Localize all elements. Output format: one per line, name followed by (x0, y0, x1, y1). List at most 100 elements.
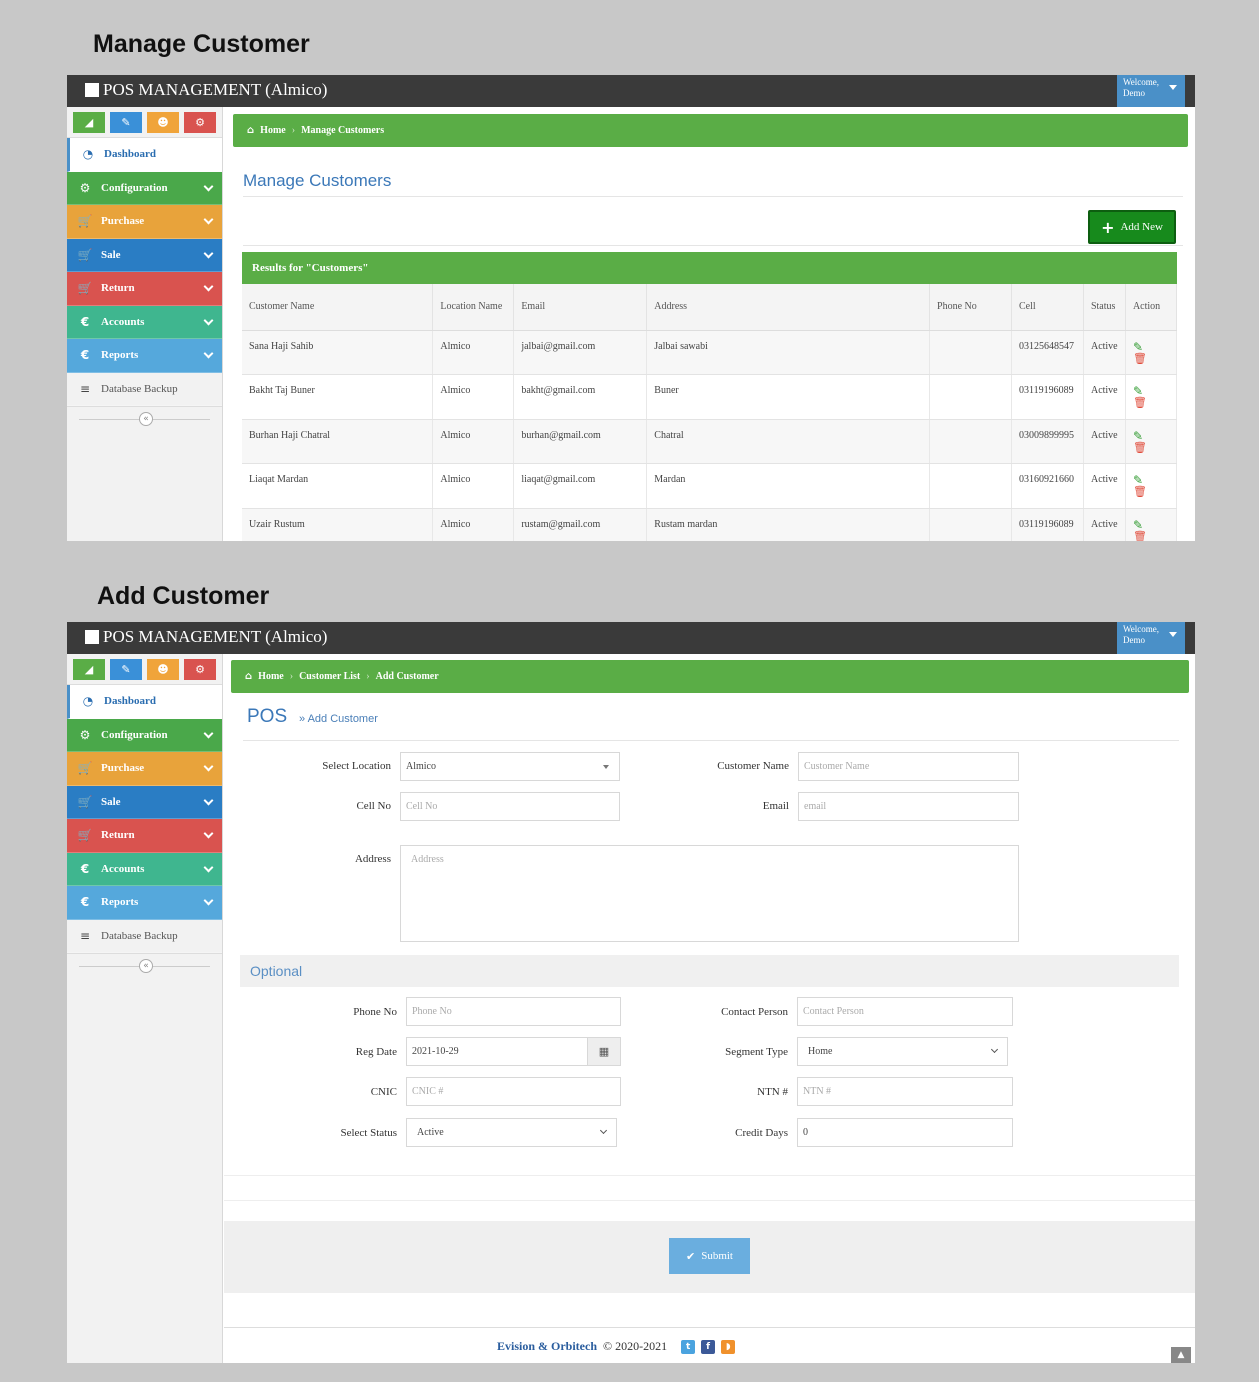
ntn-input[interactable]: NTN # (797, 1077, 1013, 1106)
euro-icon: € (80, 348, 90, 363)
brand[interactable]: POS MANAGEMENT (Almico) (85, 627, 327, 647)
database-icon: ≡ (79, 928, 91, 943)
brand[interactable]: POS MANAGEMENT (Almico) (85, 80, 327, 100)
calendar-icon[interactable]: ▦ (587, 1038, 620, 1065)
reg-date-input[interactable]: 2021-10-29 ▦ (406, 1037, 621, 1066)
signal-icon[interactable]: ◢ (73, 112, 105, 133)
pencil-icon[interactable]: ✎ (110, 659, 142, 680)
delete-icon[interactable]: 🗑 (1133, 397, 1169, 409)
customer-name-input[interactable]: Customer Name (798, 752, 1019, 781)
sidebar-item-database-backup[interactable]: ≡ Database Backup (67, 372, 222, 406)
sidebar-item-purchase[interactable]: 🛒 Purchase (67, 205, 222, 239)
cogs-icon[interactable]: ⚙ (184, 659, 216, 680)
rss-icon[interactable]: ◗ (721, 1339, 736, 1354)
sidebar-item-reports[interactable]: € Reports (67, 886, 222, 920)
edit-icon[interactable]: ✎ (1133, 430, 1169, 442)
collapse-sidebar-icon[interactable]: « (139, 959, 153, 973)
breadcrumb-current: Manage Customers (301, 125, 385, 136)
database-icon: ≡ (79, 381, 91, 396)
breadcrumb-home[interactable]: Home (258, 671, 284, 682)
sidebar-item-label: Configuration (101, 728, 168, 741)
cart-icon: 🛒 (77, 794, 93, 809)
signal-icon[interactable]: ◢ (73, 659, 105, 680)
sidebar-item-accounts[interactable]: € Accounts (67, 852, 222, 886)
cell-customer-name: Bakht Taj Buner (242, 374, 434, 420)
phone-no-label: Phone No (353, 1006, 397, 1018)
column-header[interactable]: Customer Name (242, 284, 434, 331)
delete-icon[interactable]: 🗑 (1133, 486, 1169, 498)
collapse-sidebar-icon[interactable]: « (139, 412, 153, 426)
column-header[interactable]: Cell (1011, 284, 1084, 331)
column-header[interactable]: Email (513, 284, 648, 331)
cell-address: Mardan (646, 463, 931, 509)
cnic-input[interactable]: CNIC # (406, 1077, 621, 1106)
sidebar-item-sale[interactable]: 🛒 Sale (67, 785, 222, 819)
brand-logo-icon (85, 83, 99, 97)
phone-no-input[interactable]: Phone No (406, 997, 621, 1026)
cell-location: Almico (432, 508, 515, 541)
column-header[interactable]: Phone No (929, 284, 1012, 331)
cell-cell: 03119196089 (1011, 508, 1084, 541)
caret-down-icon (1169, 85, 1177, 90)
dashboard-icon: ◔ (82, 147, 94, 162)
twitter-icon[interactable]: t (681, 1339, 696, 1354)
scroll-to-top-button[interactable]: ▲ (1171, 1347, 1191, 1363)
cart-icon: 🛒 (77, 247, 93, 262)
sidebar-item-reports[interactable]: € Reports (67, 339, 222, 373)
sidebar-item-return[interactable]: 🛒 Return (67, 819, 222, 853)
column-header[interactable]: Location Name (432, 284, 515, 331)
edit-icon[interactable]: ✎ (1133, 519, 1169, 531)
cell-status: Active (1083, 508, 1126, 541)
cell-actions: ✎ 🗑 (1125, 419, 1178, 464)
column-header[interactable]: Address (646, 284, 931, 331)
cell-email: jalbai@gmail.com (513, 330, 648, 375)
credit-days-input[interactable]: 0 (797, 1118, 1013, 1147)
facebook-icon[interactable]: f (701, 1339, 716, 1354)
sidebar-item-dashboard[interactable]: ◔ Dashboard (67, 138, 222, 172)
pencil-icon[interactable]: ✎ (110, 112, 142, 133)
brand-label: POS MANAGEMENT (Almico) (103, 80, 328, 99)
cogs-icon[interactable]: ⚙ (184, 112, 216, 133)
column-header[interactable]: Status (1083, 284, 1126, 331)
cart-icon: 🛒 (77, 761, 93, 776)
cell-customer-name: Uzair Rustum (242, 508, 434, 541)
sidebar-item-sale[interactable]: 🛒 Sale (67, 238, 222, 272)
breadcrumb-home[interactable]: Home (260, 125, 286, 136)
edit-icon[interactable]: ✎ (1133, 341, 1169, 353)
cell-address: Jalbai sawabi (646, 330, 931, 375)
sidebar-item-configuration[interactable]: ⚙ Configuration (67, 718, 222, 752)
footer-company[interactable]: Evision & Orbitech (497, 1339, 597, 1354)
dashboard-icon: ◔ (82, 694, 94, 709)
select-location-dropdown[interactable]: Almico (400, 752, 620, 781)
sidebar-item-accounts[interactable]: € Accounts (67, 305, 222, 339)
sidebar-item-configuration[interactable]: ⚙ Configuration (67, 171, 222, 205)
delete-icon[interactable]: 🗑 (1133, 352, 1169, 365)
cell-email: rustam@gmail.com (513, 508, 648, 541)
credit-days-label: Credit Days (735, 1127, 788, 1139)
delete-icon[interactable]: 🗑 (1133, 441, 1169, 454)
address-textarea[interactable]: Address (400, 845, 1019, 942)
users-icon[interactable]: ☻ (147, 659, 179, 680)
users-icon[interactable]: ☻ (147, 112, 179, 133)
user-menu[interactable]: Welcome, Demo (1117, 75, 1185, 107)
delete-icon[interactable]: 🗑 (1133, 530, 1169, 541)
cell-address: Rustam mardan (646, 508, 931, 541)
sidebar-item-purchase[interactable]: 🛒 Purchase (67, 752, 222, 786)
chevron-down-icon (203, 828, 214, 839)
segment-type-select[interactable]: Home (797, 1037, 1008, 1066)
breadcrumb-customer-list[interactable]: Customer List (299, 671, 360, 682)
contact-person-input[interactable]: Contact Person (797, 997, 1013, 1026)
add-customer-window: POS MANAGEMENT (Almico) Welcome, Demo ◢ ✎… (67, 622, 1195, 1363)
sidebar-item-return[interactable]: 🛒 Return (67, 272, 222, 306)
email-input[interactable]: email (798, 792, 1019, 821)
sidebar-item-database-backup[interactable]: ≡ Database Backup (67, 919, 222, 953)
sidebar-item-dashboard[interactable]: ◔ Dashboard (67, 685, 222, 719)
select-status-select[interactable]: Active (406, 1118, 617, 1147)
page-title: Manage Customers (243, 171, 392, 190)
add-new-button[interactable]: + Add New (1088, 210, 1176, 244)
cell-no-input[interactable]: Cell No (400, 792, 620, 821)
user-menu[interactable]: Welcome, Demo (1117, 622, 1185, 654)
submit-button[interactable]: ✔ Submit (669, 1238, 750, 1274)
chevron-down-icon (203, 315, 214, 325)
cell-address: Chatral (646, 419, 931, 464)
